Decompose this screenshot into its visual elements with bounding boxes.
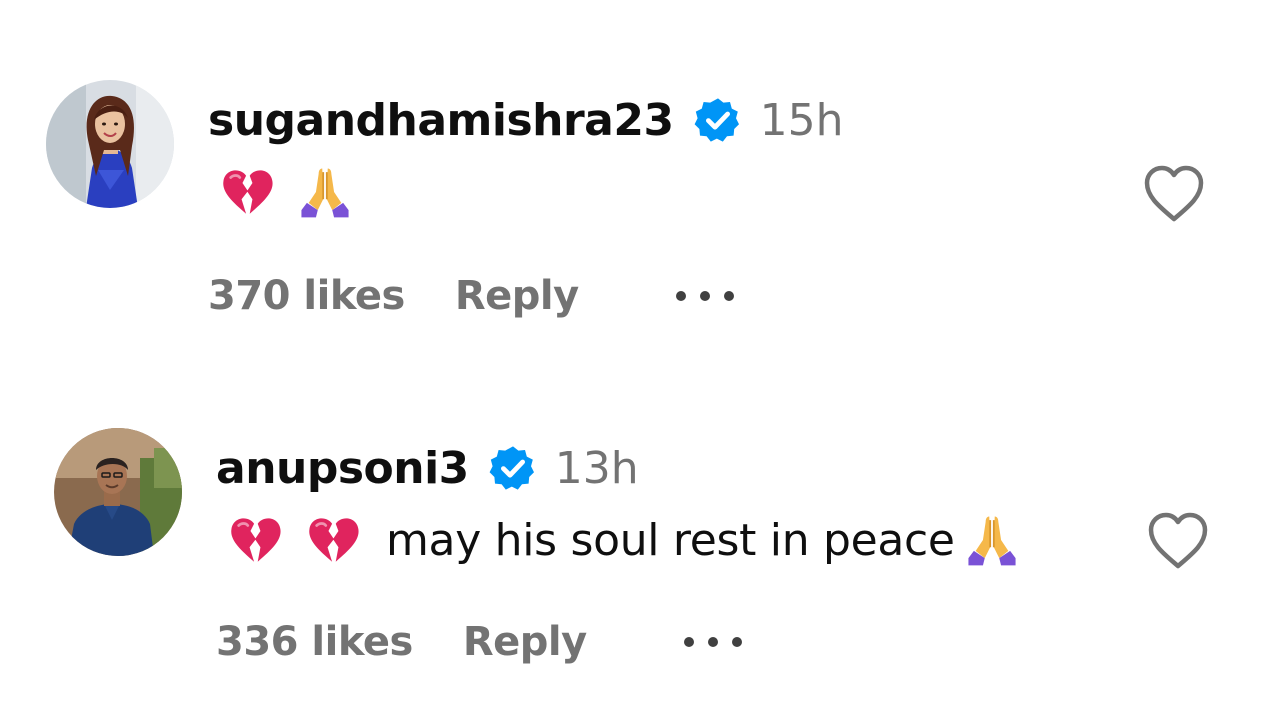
heart-outline-icon <box>1142 165 1206 223</box>
comment-body <box>218 162 354 222</box>
folded-hands-emoji <box>963 511 1021 569</box>
more-options-icon[interactable] <box>673 288 737 304</box>
username[interactable]: anupsoni3 <box>216 443 469 494</box>
comment-item: anupsoni3 13h may his soul rest in peace… <box>0 348 1280 678</box>
avatar[interactable] <box>46 80 174 208</box>
like-button[interactable] <box>1142 165 1206 223</box>
broken-heart-emoji <box>218 163 276 221</box>
folded-hands-emoji <box>296 163 354 221</box>
likes-count[interactable]: 336 likes <box>216 619 413 665</box>
timestamp[interactable]: 13h <box>555 443 639 494</box>
comment-text: may his soul rest in peace <box>386 514 955 566</box>
likes-count[interactable]: 370 likes <box>208 273 405 319</box>
verified-badge-icon <box>489 444 537 492</box>
verified-badge-icon <box>694 96 742 144</box>
like-button[interactable] <box>1146 512 1210 570</box>
comment-footer: 336 likes Reply <box>216 614 745 670</box>
more-options-icon[interactable] <box>681 634 745 650</box>
avatar[interactable] <box>54 428 182 556</box>
username[interactable]: sugandhamishra23 <box>208 95 674 146</box>
heart-outline-icon <box>1146 512 1210 570</box>
broken-heart-emoji <box>226 511 284 569</box>
reply-button[interactable]: Reply <box>455 273 579 319</box>
comment-footer: 370 likes Reply <box>208 268 737 324</box>
reply-button[interactable]: Reply <box>463 619 587 665</box>
comment-header: anupsoni3 13h <box>216 438 639 498</box>
comment-item: sugandhamishra23 15h 370 likes Reply <box>0 0 1280 330</box>
broken-heart-emoji <box>304 511 362 569</box>
comment-body: may his soul rest in peace <box>226 510 1021 570</box>
comment-header: sugandhamishra23 15h <box>208 90 843 150</box>
timestamp[interactable]: 15h <box>760 95 844 146</box>
